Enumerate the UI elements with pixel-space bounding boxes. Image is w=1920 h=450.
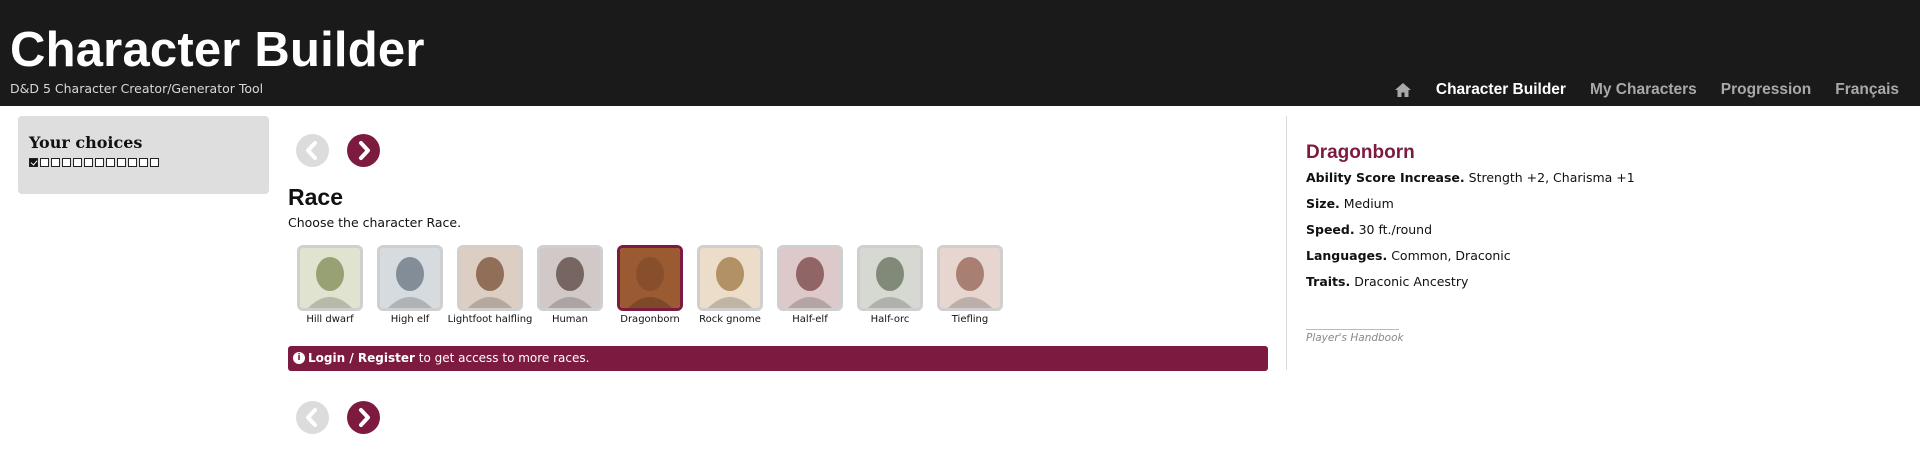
detail-value: 30 ft./round (1358, 222, 1433, 237)
chevron-left-icon (306, 141, 317, 160)
source-book: Player's Handbook (1306, 332, 1404, 344)
choice-step-checkbox (73, 158, 82, 167)
choice-step-checkbox (51, 158, 60, 167)
choice-step-checkbox (95, 158, 104, 167)
choice-step-checkbox (40, 158, 49, 167)
choice-step-checkbox (106, 158, 115, 167)
prev-step-button-top[interactable] (296, 134, 329, 167)
detail-ability-score: Ability Score Increase. Strength +2, Cha… (1306, 170, 1635, 185)
race-label: Tiefling (951, 314, 989, 325)
race-portrait (617, 245, 683, 311)
race-label: Half-orc (870, 314, 910, 325)
info-icon: i (293, 352, 305, 364)
choice-steps (29, 158, 161, 167)
chevron-right-icon (359, 408, 370, 427)
your-choices-title: Your choices (29, 133, 143, 152)
site-subtitle: D&D 5 Character Creator/Generator Tool (10, 81, 264, 96)
your-choices-panel: Your choices (18, 116, 269, 194)
choice-step-checkbox (84, 158, 93, 167)
site-title[interactable]: Character Builder (10, 22, 425, 78)
detail-value: Common, Draconic (1391, 248, 1511, 263)
prev-step-button-bottom[interactable] (296, 401, 329, 434)
selected-race-name: Dragonborn (1306, 142, 1415, 163)
home-icon[interactable] (1394, 82, 1412, 98)
detail-size: Size. Medium (1306, 196, 1394, 211)
race-label: Half-elf (792, 314, 828, 325)
choice-step-checkbox (117, 158, 126, 167)
register-link[interactable]: Register (358, 351, 415, 365)
main-nav: Character Builder My Characters Progress… (1394, 80, 1899, 100)
next-step-button-bottom[interactable] (347, 401, 380, 434)
nav-my-characters[interactable]: My Characters (1590, 80, 1697, 100)
top-bar: Character Builder D&D 5 Character Creato… (0, 0, 1920, 106)
choice-step-checkbox (62, 158, 71, 167)
choice-step-checkbox (150, 158, 159, 167)
source-divider (1306, 329, 1399, 330)
detail-value: Medium (1343, 196, 1394, 211)
race-portrait (537, 245, 603, 311)
detail-label: Size (1306, 196, 1336, 211)
login-notice-text: Login / Register to get access to more r… (308, 351, 589, 366)
race-portrait (777, 245, 843, 311)
login-notice-rest: to get access to more races. (414, 351, 590, 365)
race-label: Hill dwarf (306, 314, 354, 325)
race-label: Dragonborn (620, 314, 680, 325)
race-portrait (377, 245, 443, 311)
nav-character-builder[interactable]: Character Builder (1436, 80, 1566, 100)
chevron-right-icon (359, 141, 370, 160)
race-label: Lightfoot halfling (447, 314, 533, 325)
race-portrait (457, 245, 523, 311)
chevron-left-icon (306, 408, 317, 427)
race-portrait (697, 245, 763, 311)
nav-progression[interactable]: Progression (1721, 80, 1811, 100)
login-notice-banner: i Login / Register to get access to more… (288, 346, 1268, 371)
detail-label: Ability Score Increase (1306, 170, 1460, 185)
nav-language-francais[interactable]: Français (1835, 80, 1899, 100)
section-description: Choose the character Race. (288, 215, 462, 230)
detail-speed: Speed. 30 ft./round (1306, 222, 1433, 237)
choice-step-checkbox (128, 158, 137, 167)
next-step-button-top[interactable] (347, 134, 380, 167)
column-divider (1286, 116, 1287, 370)
race-label: High elf (390, 314, 430, 325)
section-heading: Race (288, 184, 343, 210)
choice-step-checkbox (139, 158, 148, 167)
race-portrait (937, 245, 1003, 311)
race-label: Rock gnome (699, 314, 761, 325)
detail-label: Languages (1306, 248, 1383, 263)
login-link[interactable]: Login (308, 351, 345, 365)
detail-label: Speed (1306, 222, 1350, 237)
detail-value: Strength +2, Charisma +1 (1468, 170, 1635, 185)
detail-traits: Traits. Draconic Ancestry (1306, 274, 1469, 289)
race-portrait (857, 245, 923, 311)
login-register-separator: / (345, 351, 358, 365)
detail-label: Traits (1306, 274, 1346, 289)
detail-languages: Languages. Common, Draconic (1306, 248, 1511, 263)
detail-value: Draconic Ancestry (1354, 274, 1469, 289)
race-portrait (297, 245, 363, 311)
race-label: Human (551, 314, 589, 325)
choice-step-checkbox (29, 158, 38, 167)
